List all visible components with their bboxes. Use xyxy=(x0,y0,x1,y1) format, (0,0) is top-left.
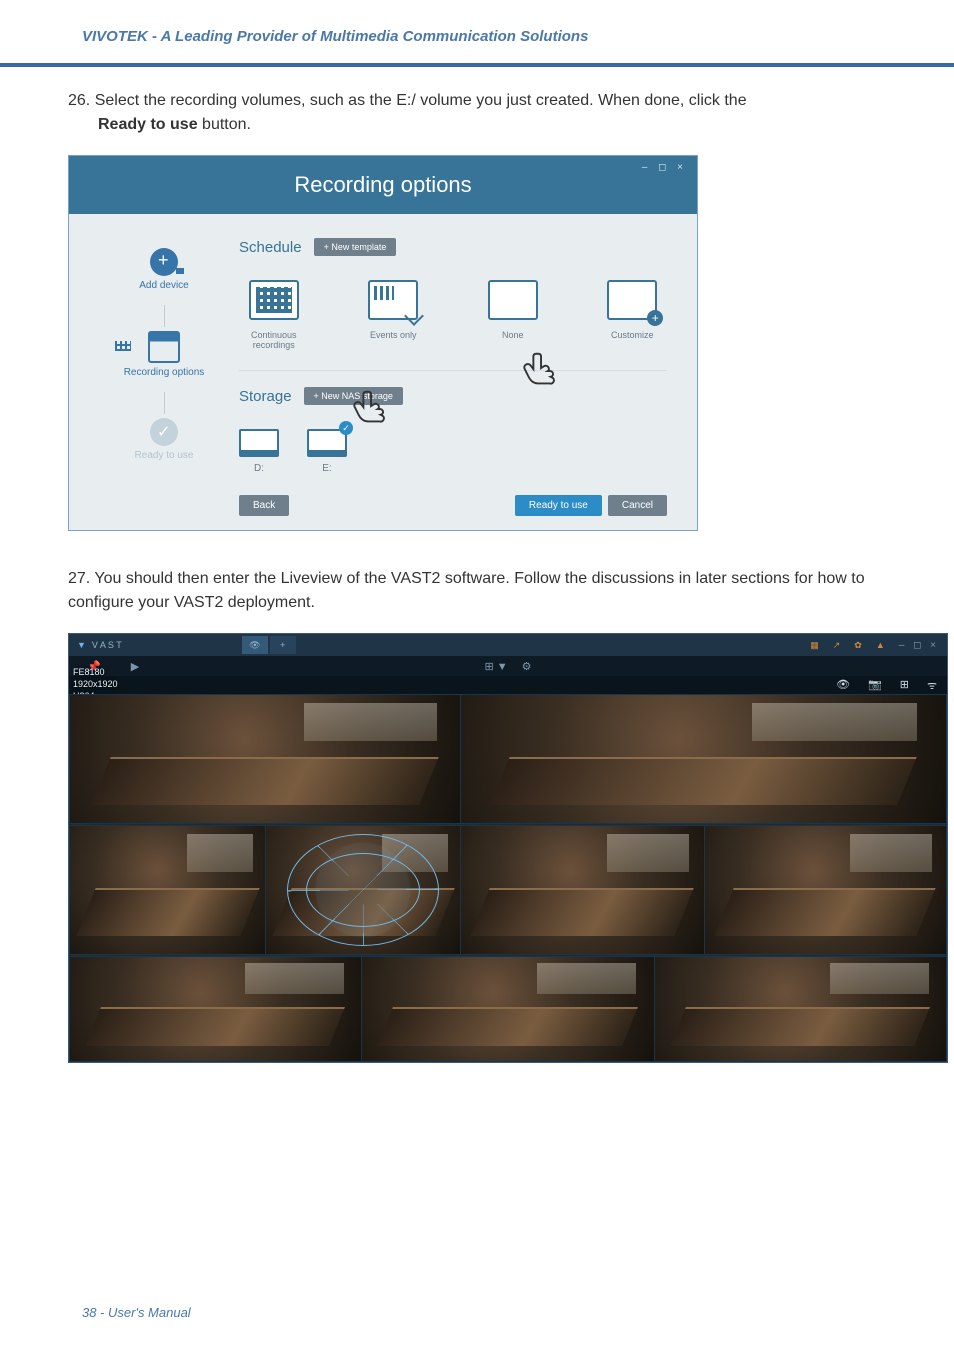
schedule-label: Events only xyxy=(359,330,429,340)
gear-icon[interactable]: ⚙ xyxy=(522,660,532,673)
top-icon[interactable]: ▦ xyxy=(810,640,819,651)
top-right-controls: ▦ ↗ ✿ ▲ – ◻ × xyxy=(810,640,939,651)
dialog-title: Recording options xyxy=(69,172,697,198)
step-add-device[interactable]: Add device xyxy=(109,244,219,305)
window-control-buttons[interactable]: – ◻ × xyxy=(642,162,687,173)
doc-header: VIVOTEK - A Leading Provider of Multimed… xyxy=(82,28,874,45)
camera-tile[interactable] xyxy=(704,825,947,955)
back-button[interactable]: Back xyxy=(239,495,289,516)
page-footer: 38 - User's Manual xyxy=(82,1305,191,1320)
tab-liveview[interactable]: 👁 xyxy=(242,636,268,654)
schedule-label: Customize xyxy=(598,330,668,340)
vast-toolbar: 👁 📷 ⊞ ᯤ xyxy=(69,676,947,694)
schedule-events-only[interactable]: Events only xyxy=(359,280,429,350)
vivotek-v-icon: ▼ xyxy=(77,640,86,650)
camera-tile[interactable] xyxy=(460,694,947,824)
schedule-title: Schedule xyxy=(239,239,302,256)
screenshot-vast-liveview: ▼ V A S T 👁 + ▦ ↗ ✿ ▲ – ◻ × 📌 xyxy=(68,633,948,1063)
schedule-continuous[interactable]: Continuous recordings xyxy=(239,280,309,350)
check-icon xyxy=(150,418,178,446)
camera-icon[interactable]: 📷 xyxy=(868,678,882,693)
drive-icon xyxy=(307,429,347,457)
camera-tile[interactable] xyxy=(460,825,705,955)
layout-dropdown[interactable]: ⊞ ▼ xyxy=(484,660,507,673)
none-icon xyxy=(488,280,538,320)
instr-text-b: button. xyxy=(198,116,251,133)
customize-icon xyxy=(607,280,657,320)
pointer-hand-icon xyxy=(349,386,395,432)
schedule-none[interactable]: None xyxy=(478,280,548,350)
camera-tile[interactable] xyxy=(265,825,461,955)
events-only-icon xyxy=(368,280,418,320)
eye-icon[interactable]: 👁 xyxy=(836,678,850,693)
camera-tile[interactable] xyxy=(69,694,461,824)
grid-icon[interactable]: ⊞ xyxy=(900,678,909,693)
osd-model: FE8180 xyxy=(73,666,156,678)
vast-logo: ▼ V A S T xyxy=(77,640,122,650)
storage-label: D: xyxy=(239,463,279,474)
osd-resolution: 1920x1920 xyxy=(73,678,156,690)
vast-tabs: 👁 + xyxy=(242,636,296,654)
screenshot-recording-options: Recording options – ◻ × Add device Recor… xyxy=(68,155,698,531)
vast-titlebar: ▼ V A S T 👁 + ▦ ↗ ✿ ▲ – ◻ × xyxy=(69,634,947,656)
storage-volume-e[interactable]: E: xyxy=(307,429,347,474)
storage-label: E: xyxy=(307,463,347,474)
camera-grid xyxy=(69,694,947,1062)
vast-subbar: 📌 ▶ ⊞ ▼ ⚙ xyxy=(69,656,947,676)
pointer-hand-icon xyxy=(519,348,565,394)
top-icon[interactable]: ▲ xyxy=(876,640,885,650)
step-connector xyxy=(164,392,165,414)
schedule-label: Continuous recordings xyxy=(239,330,309,350)
vast-logo-text: V A S T xyxy=(92,640,122,650)
schedule-header: Schedule + New template xyxy=(239,238,667,256)
step-recording-options[interactable]: Recording options xyxy=(109,327,219,392)
dialog-titlebar: Recording options – ◻ × xyxy=(69,156,697,214)
instruction-27: 27. You should then enter the Liveview o… xyxy=(68,567,894,615)
new-template-button[interactable]: + New template xyxy=(314,238,397,256)
drive-icon xyxy=(239,429,279,457)
fisheye-overlay-icon xyxy=(287,834,439,946)
wizard-steps: Add device Recording options Ready to us… xyxy=(109,244,219,475)
instr-text-a: Select the recording volumes, such as th… xyxy=(95,92,747,109)
instr-num: 26. xyxy=(68,92,90,109)
schedule-customize[interactable]: Customize xyxy=(598,280,668,350)
storage-title: Storage xyxy=(239,388,292,405)
instr-text: You should then enter the Liveview of th… xyxy=(68,570,865,611)
person-icon[interactable]: ᯤ xyxy=(927,678,937,693)
step-label: Recording options xyxy=(109,367,219,378)
top-icon[interactable]: ✿ xyxy=(854,640,862,651)
add-device-icon xyxy=(150,248,178,276)
step-ready-to-use[interactable]: Ready to use xyxy=(109,414,219,475)
window-control-buttons[interactable]: – ◻ × xyxy=(899,640,939,651)
tab-add[interactable]: + xyxy=(270,636,296,654)
top-icon[interactable]: ↗ xyxy=(833,640,841,651)
step-connector xyxy=(164,305,165,327)
storage-volume-d[interactable]: D: xyxy=(239,429,279,474)
step-label: Add device xyxy=(109,280,219,291)
camera-tile[interactable] xyxy=(69,825,266,955)
continuous-icon xyxy=(249,280,299,320)
camera-tile[interactable] xyxy=(654,956,947,1062)
instruction-26: 26. Select the recording volumes, such a… xyxy=(68,89,894,137)
step-label: Ready to use xyxy=(109,450,219,461)
cancel-button[interactable]: Cancel xyxy=(608,495,667,516)
camera-tile[interactable] xyxy=(69,956,362,1062)
instr-bold: Ready to use xyxy=(98,116,198,133)
storage-header: Storage + New NAS storage xyxy=(239,387,667,405)
instr-num: 27. xyxy=(68,570,90,587)
calendar-icon xyxy=(148,331,180,363)
ready-to-use-button[interactable]: Ready to use xyxy=(515,495,602,516)
camera-tile[interactable] xyxy=(361,956,655,1062)
schedule-label: None xyxy=(478,330,548,340)
